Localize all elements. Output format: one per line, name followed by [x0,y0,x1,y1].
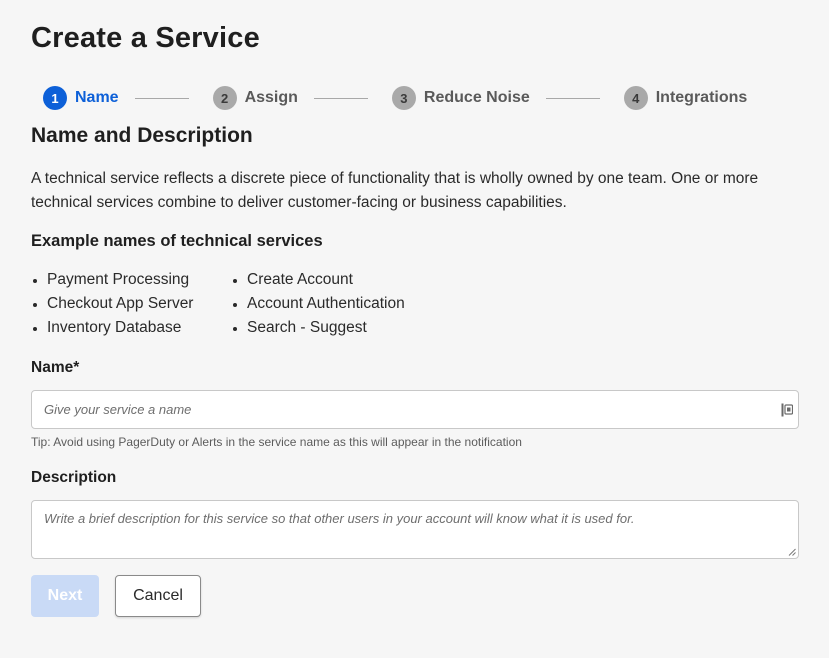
step-name[interactable]: 1 Name [43,86,119,110]
list-item: Payment Processing [31,268,231,292]
stepper: 1 Name 2 Assign 3 Reduce Noise 4 Integra… [43,86,747,110]
list-item: Search - Suggest [231,316,405,340]
step-connector [313,97,368,99]
section-intro: A technical service reflects a discrete … [31,170,759,211]
step-number: 1 [43,86,67,110]
page-title: Create a Service [31,22,260,54]
next-button[interactable]: Next [31,575,99,617]
step-integrations[interactable]: 4 Integrations [623,86,748,110]
step-number: 3 [391,86,416,110]
create-service-page: Create a Service 1 Name 2 Assign 3 Reduc… [0,0,829,658]
step-reduce-noise[interactable]: 3 Reduce Noise [391,86,530,110]
step-label: Reduce Noise [423,89,530,106]
section-title: Name and Description [31,124,253,147]
password-manager-icon[interactable] [781,403,793,417]
examples-title: Example names of technical services [31,232,323,250]
name-field-container [31,390,799,429]
name-label: Name* [31,359,80,376]
description-field-container [31,500,799,559]
examples-column-1: Payment Processing Checkout App Server I… [31,268,231,340]
examples-column-2: Create Account Account Authentication Se… [231,268,405,340]
list-item: Create Account [231,268,405,292]
step-assign[interactable]: 2 Assign [212,86,298,110]
step-label: Name [75,89,119,106]
description-label: Description [31,469,117,486]
step-label: Assign [244,89,298,106]
step-connector [545,97,600,99]
list-item: Account Authentication [231,292,405,316]
name-input[interactable] [32,391,798,428]
list-item: Checkout App Server [31,292,231,316]
name-tip: Tip: Avoid using PagerDuty or Alerts in … [31,435,522,449]
step-label: Integrations [655,89,748,106]
list-item: Inventory Database [31,316,231,340]
step-number: 2 [212,86,237,110]
cancel-button[interactable]: Cancel [115,575,201,617]
resize-handle-icon[interactable] [788,548,796,556]
step-number: 4 [623,86,648,110]
examples-list: Payment Processing Checkout App Server I… [31,268,405,340]
description-textarea[interactable] [32,501,798,558]
step-connector [134,97,189,99]
